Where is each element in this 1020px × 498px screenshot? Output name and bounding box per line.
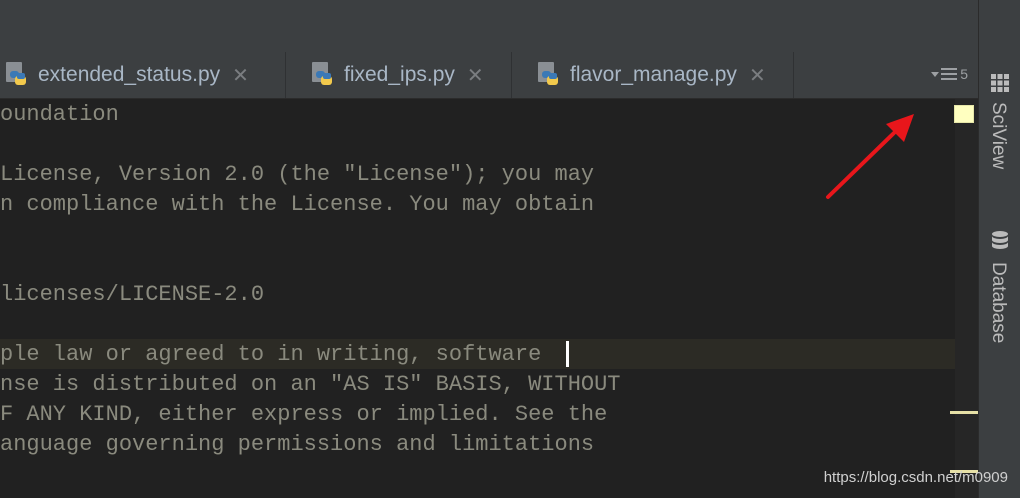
annotation-arrow-icon xyxy=(826,114,914,199)
